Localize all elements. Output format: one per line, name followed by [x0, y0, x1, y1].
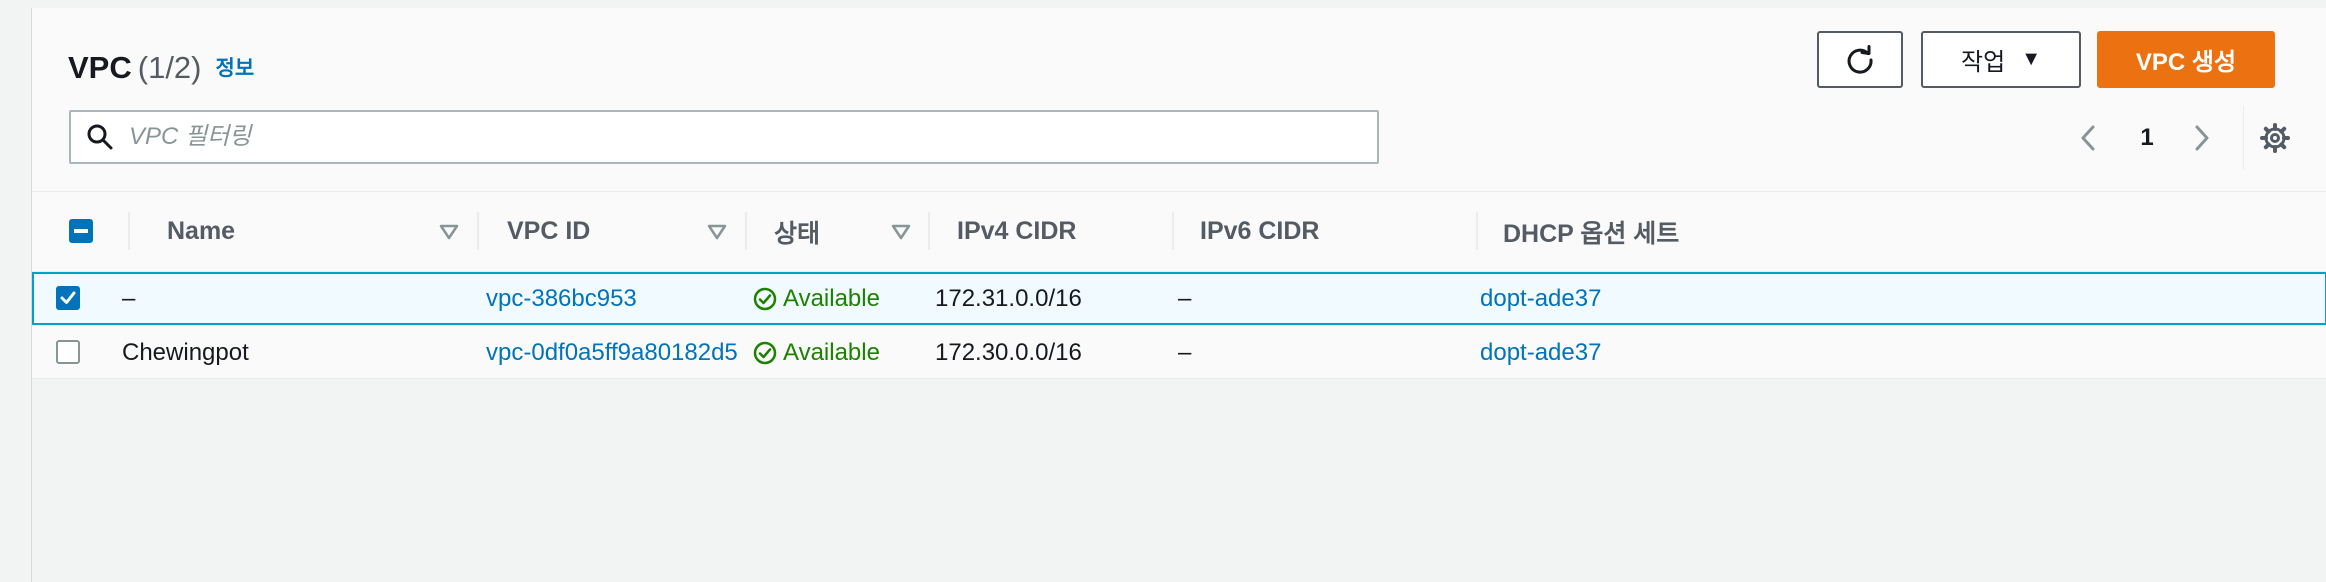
- panel-header: VPC (1/2) 정보 작업 ▼ VPC 생성 VPC 필터링 1: [32, 8, 2326, 192]
- select-all-checkbox[interactable]: [69, 219, 93, 243]
- cell-state: Available: [753, 326, 880, 379]
- column-header-vpc-id[interactable]: VPC ID: [507, 192, 590, 271]
- vpc-panel: VPC (1/2) 정보 작업 ▼ VPC 생성 VPC 필터링 1 Name …: [31, 8, 2326, 582]
- sort-down-icon[interactable]: [437, 220, 461, 244]
- column-divider: [745, 212, 747, 250]
- state-text: Available: [783, 284, 880, 312]
- column-divider: [1476, 212, 1478, 250]
- chevron-right-icon: [2195, 125, 2209, 151]
- row-checkbox[interactable]: [56, 340, 80, 364]
- actions-dropdown-button[interactable]: 작업 ▼: [1921, 31, 2081, 88]
- table-row[interactable]: Chewingpot vpc-0df0a5ff9a80182d5 Availab…: [32, 326, 2326, 379]
- next-page-button[interactable]: [2182, 118, 2222, 158]
- cell-ipv6-cidr: –: [1178, 338, 1192, 366]
- chevron-left-icon: [2081, 125, 2095, 151]
- column-header-state[interactable]: 상태: [774, 192, 820, 271]
- column-divider: [128, 212, 130, 250]
- column-header-dhcp-options[interactable]: DHCP 옵션 세트: [1503, 192, 1679, 271]
- cell-state: Available: [753, 274, 880, 323]
- previous-page-button[interactable]: [2068, 118, 2108, 158]
- current-page-number[interactable]: 1: [2127, 118, 2167, 158]
- info-link[interactable]: 정보: [216, 57, 255, 80]
- state-text: Available: [783, 338, 880, 366]
- create-vpc-button[interactable]: VPC 생성: [2097, 31, 2275, 88]
- checkmark-icon: [60, 291, 76, 304]
- cell-name: –: [122, 284, 136, 312]
- column-divider: [928, 212, 930, 250]
- column-header-ipv6-cidr[interactable]: IPv6 CIDR: [1200, 192, 1319, 271]
- page-title: VPC (1/2) 정보: [68, 46, 254, 91]
- cell-dhcp-options-link[interactable]: dopt-ade37: [1480, 274, 1601, 323]
- refresh-button[interactable]: [1817, 31, 1903, 88]
- table-row[interactable]: – vpc-386bc953 Available 172.31.0.0/16 –…: [32, 272, 2326, 325]
- caret-down-icon: ▼: [2021, 48, 2041, 70]
- table-header: Name VPC ID 상태 IPv4 CIDR IPv6 CIDR DHCP …: [32, 192, 2326, 272]
- status-available-icon: [753, 341, 777, 364]
- column-header-ipv4-cidr[interactable]: IPv4 CIDR: [957, 192, 1076, 271]
- cell-vpc-id-link[interactable]: vpc-386bc953: [486, 274, 637, 323]
- vpc-table: Name VPC ID 상태 IPv4 CIDR IPv6 CIDR DHCP …: [32, 192, 2326, 379]
- cell-vpc-id-link[interactable]: vpc-0df0a5ff9a80182d5: [486, 326, 738, 379]
- gear-icon: [2260, 123, 2290, 153]
- sort-down-icon[interactable]: [889, 220, 913, 244]
- sort-down-icon[interactable]: [705, 220, 729, 244]
- cell-name: Chewingpot: [122, 338, 249, 366]
- selection-count: (1/2): [137, 50, 202, 85]
- cell-ipv4-cidr: 172.31.0.0/16: [935, 284, 1082, 312]
- column-divider: [477, 212, 479, 250]
- pagination-divider: [2243, 106, 2244, 170]
- column-header-name[interactable]: Name: [167, 192, 235, 271]
- search-input[interactable]: [127, 122, 1331, 152]
- status-available-icon: [753, 287, 777, 310]
- search-icon: [85, 122, 115, 152]
- column-divider: [1172, 212, 1174, 250]
- row-checkbox[interactable]: [56, 286, 80, 310]
- actions-label: 작업: [1961, 49, 2006, 76]
- refresh-icon: [1847, 44, 1873, 74]
- page-title-text: VPC: [68, 50, 132, 85]
- cell-dhcp-options-link[interactable]: dopt-ade37: [1480, 326, 1601, 379]
- cell-ipv6-cidr: –: [1178, 284, 1192, 312]
- table-settings-button[interactable]: [2256, 119, 2294, 157]
- search-box: [69, 110, 1379, 164]
- cell-ipv4-cidr: 172.30.0.0/16: [935, 338, 1082, 366]
